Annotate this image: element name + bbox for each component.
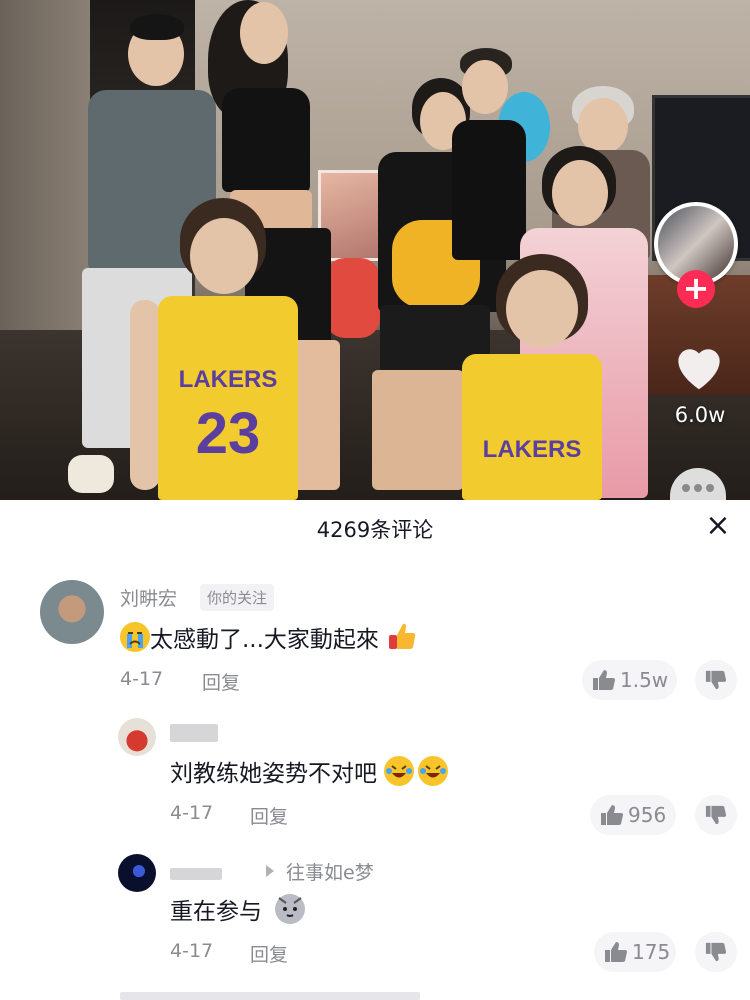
comment-like-button[interactable]: 1.5w bbox=[582, 660, 677, 700]
reply-arrow-icon bbox=[266, 865, 274, 877]
comment-date: 4-17 bbox=[170, 802, 214, 824]
comment-date: 4-17 bbox=[120, 668, 164, 690]
crying-face-icon bbox=[120, 622, 150, 652]
comment-text-row: 重在参与 bbox=[170, 892, 306, 926]
comment-text: 刘教练她姿势不对吧 bbox=[170, 761, 377, 787]
comment-like-count: 175 bbox=[632, 940, 671, 964]
comment-like-button[interactable]: 956 bbox=[590, 795, 676, 835]
wall bbox=[0, 0, 90, 330]
comment-dislike-button[interactable] bbox=[695, 932, 737, 972]
comment-count-title: 4269条评论 bbox=[316, 518, 434, 542]
comment-avatar[interactable] bbox=[118, 718, 156, 756]
comment-avatar[interactable] bbox=[118, 854, 156, 892]
obscured-username bbox=[170, 868, 222, 880]
comment-dislike-button[interactable] bbox=[695, 795, 737, 835]
thumbs-down-icon bbox=[705, 805, 727, 825]
next-comment-preview bbox=[120, 992, 420, 1000]
comments-sheet: 4269条评论 × 刘畊宏 你的关注 太感動了...大家動起來 4-17 回复 … bbox=[0, 500, 750, 1000]
heart-icon[interactable] bbox=[668, 335, 730, 397]
comment-dislike-button[interactable] bbox=[695, 660, 737, 700]
rofl-face-icon bbox=[384, 756, 415, 786]
thumbs-up-outline-icon bbox=[601, 805, 623, 825]
video-like-count: 6.0w bbox=[674, 403, 726, 427]
reply-button[interactable]: 回复 bbox=[250, 802, 288, 829]
video-player[interactable]: LAKERS 23 LAKERS + 6.0w bbox=[0, 0, 750, 500]
obscured-username bbox=[170, 724, 218, 742]
jersey-text-2: LAKERS bbox=[482, 436, 582, 463]
follow-plus-icon[interactable]: + bbox=[677, 270, 715, 308]
robot-toy bbox=[325, 258, 380, 338]
close-icon[interactable]: × bbox=[702, 510, 734, 542]
comment-avatar[interactable] bbox=[40, 580, 104, 644]
comment-text: 太感動了...大家動起來 bbox=[150, 627, 379, 653]
rofl-face-icon bbox=[418, 756, 449, 786]
reply-button[interactable]: 回复 bbox=[250, 940, 288, 967]
comment-text-row: 太感動了...大家動起來 bbox=[120, 620, 416, 654]
comment-like-count: 1.5w bbox=[620, 668, 669, 692]
comment-text: 重在参与 bbox=[170, 899, 262, 925]
comment-author[interactable]: 刘畊宏 bbox=[120, 584, 177, 611]
thumbs-down-icon bbox=[705, 670, 727, 690]
comment-date: 4-17 bbox=[170, 940, 214, 962]
jersey-number: 23 bbox=[195, 401, 261, 466]
jersey-text: LAKERS bbox=[178, 366, 278, 393]
comment-like-button[interactable]: 175 bbox=[594, 932, 676, 972]
reply-button[interactable]: 回复 bbox=[202, 668, 240, 695]
thumbs-up-outline-icon bbox=[605, 942, 627, 962]
thumbs-up-icon bbox=[386, 622, 416, 652]
comment-text-row: 刘教练她姿势不对吧 bbox=[170, 754, 449, 788]
cat-face-icon bbox=[275, 894, 306, 924]
comment-like-count: 956 bbox=[628, 803, 667, 827]
thumbs-down-icon bbox=[705, 942, 727, 962]
thumbs-up-outline-icon bbox=[593, 670, 615, 690]
reply-to-author[interactable]: 往事如e梦 bbox=[286, 858, 374, 885]
following-tag: 你的关注 bbox=[200, 584, 275, 611]
